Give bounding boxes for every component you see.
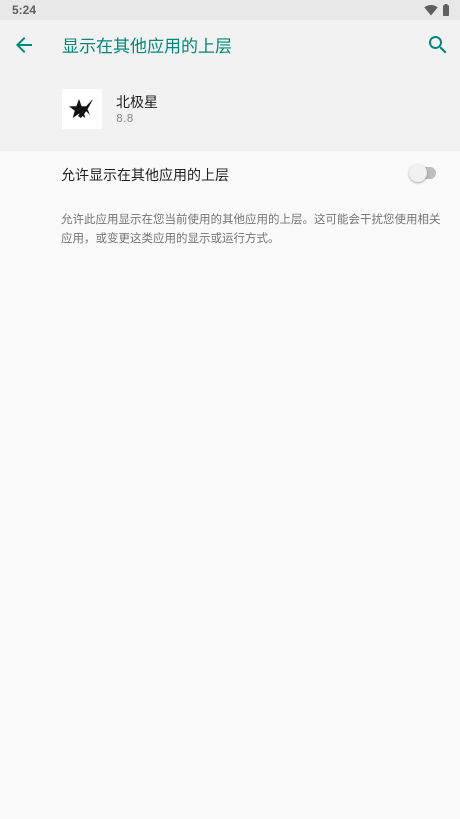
- permission-row[interactable]: 允许显示在其他应用的上层: [0, 151, 460, 195]
- status-icons: [424, 4, 450, 16]
- status-bar: 5:24: [0, 0, 460, 20]
- search-button[interactable]: [426, 33, 450, 57]
- status-time: 5:24: [12, 3, 37, 17]
- permission-description: 允许此应用显示在您当前使用的其他应用的上层。这可能会干扰您使用相关应用，或变更这…: [61, 212, 441, 245]
- app-version: 8.8: [116, 112, 134, 125]
- page-title: 显示在其他应用的上层: [62, 37, 232, 57]
- back-button[interactable]: [12, 33, 36, 57]
- app-icon: [62, 89, 102, 129]
- search-icon: [429, 36, 447, 54]
- app-header: 北极星 8.8: [0, 70, 460, 151]
- permission-toggle[interactable]: [409, 164, 437, 182]
- arrow-back-icon: [16, 37, 32, 53]
- battery-icon: [443, 4, 449, 16]
- app-bar: 显示在其他应用的上层: [0, 20, 460, 70]
- wifi-icon: [424, 5, 438, 16]
- star-logo-icon: [69, 99, 93, 118]
- toggle-thumb: [409, 164, 427, 182]
- app-name: 北极星: [116, 95, 158, 111]
- permission-label: 允许显示在其他应用的上层: [61, 168, 229, 184]
